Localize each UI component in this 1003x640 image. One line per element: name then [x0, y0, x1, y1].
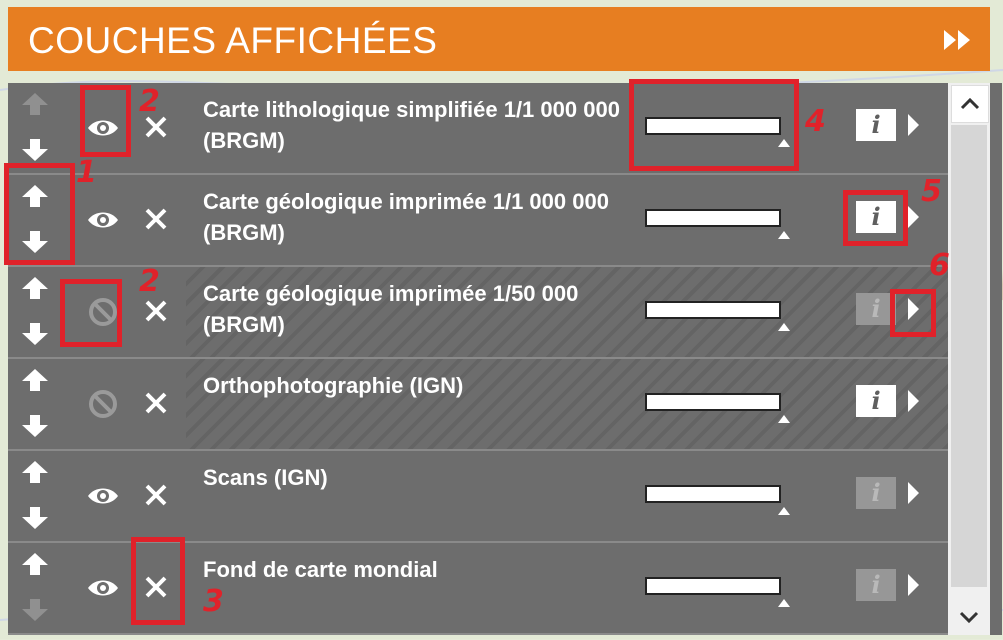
chevron-right-icon[interactable]: [908, 390, 919, 412]
close-icon[interactable]: [142, 297, 170, 325]
layer-row: Scans (IGN) i: [8, 451, 948, 543]
move-down-icon[interactable]: [21, 229, 49, 255]
chevron-right-icon[interactable]: [908, 114, 919, 136]
opacity-slider[interactable]: [645, 117, 781, 135]
scroll-up-icon[interactable]: [951, 85, 989, 123]
opacity-handle[interactable]: [778, 415, 790, 423]
close-icon[interactable]: [142, 205, 170, 233]
move-up-icon[interactable]: [21, 91, 49, 117]
layers-panel: Carte lithologique simplifiée 1/1 000 00…: [8, 83, 1002, 635]
layer-row: Carte géologique imprimée 1/50 000 (BRGM…: [8, 267, 948, 359]
move-up-icon[interactable]: [21, 183, 49, 209]
opacity-slider[interactable]: [645, 301, 781, 319]
scroll-down-icon[interactable]: [951, 599, 987, 635]
scroll-thumb[interactable]: [951, 125, 987, 587]
layer-name: Carte lithologique simplifiée 1/1 000 00…: [203, 97, 620, 153]
opacity-handle[interactable]: [778, 231, 790, 239]
info-button[interactable]: i: [856, 569, 896, 601]
panel-title: COUCHES AFFICHÉES: [28, 20, 438, 61]
info-button[interactable]: i: [856, 201, 896, 233]
chevron-right-icon[interactable]: [908, 206, 919, 228]
opacity-handle[interactable]: [778, 139, 790, 147]
move-up-icon[interactable]: [21, 367, 49, 393]
eye-icon[interactable]: [86, 479, 120, 513]
opacity-slider[interactable]: [645, 393, 781, 411]
close-icon[interactable]: [142, 113, 170, 141]
move-down-icon[interactable]: [21, 137, 49, 163]
layer-list: Carte lithologique simplifiée 1/1 000 00…: [8, 83, 948, 635]
close-icon[interactable]: [142, 481, 170, 509]
layer-name: Orthophotographie (IGN): [203, 373, 464, 398]
chevron-right-icon[interactable]: [908, 574, 919, 596]
layer-name: Scans (IGN): [203, 465, 328, 490]
eye-icon[interactable]: [86, 203, 120, 237]
move-down-icon[interactable]: [21, 597, 49, 623]
opacity-slider[interactable]: [645, 209, 781, 227]
eye-icon[interactable]: [86, 571, 120, 605]
layer-name: Carte géologique imprimée 1/1 000 000 (B…: [203, 189, 609, 245]
close-icon[interactable]: [142, 573, 170, 601]
move-up-icon[interactable]: [21, 459, 49, 485]
scrollbar[interactable]: [948, 83, 990, 635]
layer-name: Carte géologique imprimée 1/50 000 (BRGM…: [203, 281, 579, 337]
chevron-right-icon[interactable]: [908, 482, 919, 504]
move-down-icon[interactable]: [21, 505, 49, 531]
layer-row: Carte lithologique simplifiée 1/1 000 00…: [8, 83, 948, 175]
layer-row: Carte géologique imprimée 1/1 000 000 (B…: [8, 175, 948, 267]
opacity-slider[interactable]: [645, 485, 781, 503]
opacity-handle[interactable]: [778, 599, 790, 607]
close-icon[interactable]: [142, 389, 170, 417]
info-button[interactable]: i: [856, 293, 896, 325]
move-up-icon[interactable]: [21, 551, 49, 577]
info-button[interactable]: i: [856, 109, 896, 141]
double-chevron-right-icon[interactable]: [942, 28, 974, 52]
info-button[interactable]: i: [856, 385, 896, 417]
hidden-icon[interactable]: [86, 295, 120, 329]
opacity-handle[interactable]: [778, 323, 790, 331]
layer-row: Fond de carte mondial i: [8, 543, 948, 635]
move-down-icon[interactable]: [21, 413, 49, 439]
eye-icon[interactable]: [86, 111, 120, 145]
info-button[interactable]: i: [856, 477, 896, 509]
move-down-icon[interactable]: [21, 321, 49, 347]
chevron-right-icon[interactable]: [908, 298, 919, 320]
layer-name: Fond de carte mondial: [203, 557, 438, 582]
opacity-slider[interactable]: [645, 577, 781, 595]
layer-row: Orthophotographie (IGN) i: [8, 359, 948, 451]
opacity-handle[interactable]: [778, 507, 790, 515]
hidden-icon[interactable]: [86, 387, 120, 421]
move-up-icon[interactable]: [21, 275, 49, 301]
layers-panel-header: COUCHES AFFICHÉES: [8, 7, 990, 71]
